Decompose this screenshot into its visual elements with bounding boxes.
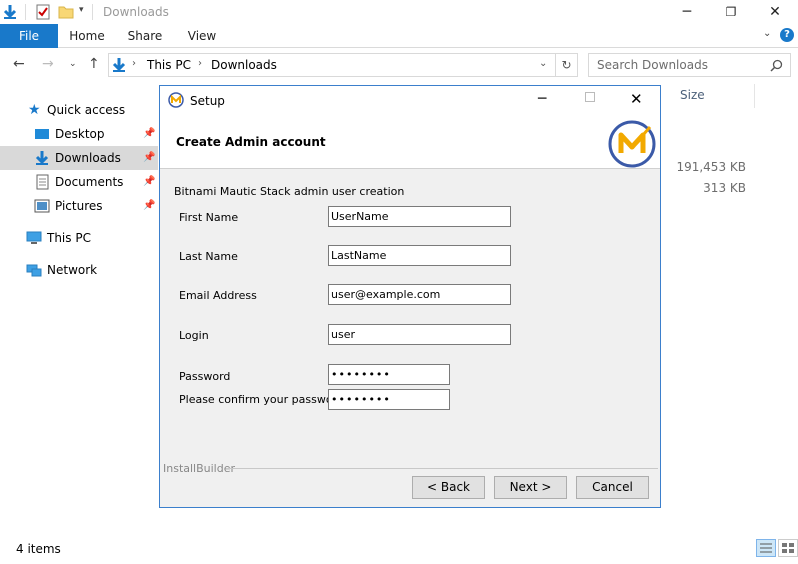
nav-item-documents[interactable]: Documents 📌	[0, 170, 158, 194]
help-icon[interactable]: ?	[780, 28, 794, 42]
confirm-password-field[interactable]: ••••••••	[328, 389, 450, 410]
pictures-icon	[34, 199, 50, 213]
close-button[interactable]: ✕	[752, 2, 798, 22]
last-name-label: Last Name	[179, 250, 238, 263]
file-size: 191,453 KB	[676, 160, 746, 174]
dialog-header: Create Admin account	[160, 116, 660, 169]
nav-item-label: This PC	[47, 231, 91, 245]
first-name-field[interactable]: UserName	[328, 206, 511, 227]
mautic-logo-icon	[168, 92, 184, 108]
minimize-button[interactable]: ─	[664, 2, 710, 22]
computer-icon	[26, 231, 42, 244]
dialog-minimize-button[interactable]: ─	[538, 91, 546, 107]
star-icon: ★	[28, 102, 41, 118]
address-row: ← → ⌄ ↑ › This PC › Downloads ⌄ ↻ Search…	[0, 48, 798, 82]
nav-item-label: Quick access	[47, 103, 126, 117]
login-label: Login	[179, 329, 209, 342]
tab-view[interactable]: View	[180, 24, 224, 48]
nav-item-network[interactable]: Network	[0, 258, 158, 282]
tab-share[interactable]: Share	[122, 24, 168, 48]
first-name-label: First Name	[179, 211, 239, 224]
nav-item-desktop[interactable]: Desktop 📌	[0, 122, 158, 146]
last-name-field[interactable]: LastName	[328, 245, 511, 266]
pin-icon[interactable]: 📌	[143, 122, 155, 146]
forward-arrow-icon[interactable]: →	[42, 56, 54, 72]
download-icon	[3, 5, 17, 19]
refresh-button[interactable]: ↻	[556, 53, 578, 77]
document-icon	[36, 174, 49, 190]
properties-icon[interactable]	[36, 4, 50, 20]
divider	[25, 4, 26, 20]
quick-access-dropdown-icon[interactable]: ▾	[79, 5, 84, 15]
details-view-icon	[760, 543, 772, 553]
dialog-title: Setup	[190, 94, 225, 108]
breadcrumb-downloads[interactable]: Downloads	[211, 58, 277, 72]
divider	[92, 4, 93, 20]
chevron-down-icon[interactable]: ⌄	[539, 58, 547, 69]
new-folder-icon[interactable]	[58, 5, 74, 19]
nav-item-pictures[interactable]: Pictures 📌	[0, 194, 158, 218]
footer-divider	[226, 468, 658, 469]
dialog-maximize-button[interactable]	[585, 92, 595, 102]
chevron-right-icon[interactable]: ›	[132, 58, 136, 69]
explorer-title-bar: ▾ Downloads ─ ❐ ✕	[0, 0, 798, 24]
nav-item-this-pc[interactable]: This PC	[0, 226, 158, 250]
dialog-intro: Bitnami Mautic Stack admin user creation	[174, 185, 405, 198]
status-bar: 4 items	[0, 532, 798, 564]
dialog-heading: Create Admin account	[176, 135, 326, 149]
column-divider[interactable]	[754, 84, 755, 108]
ribbon-tabs: File Home Share View ⌄ ?	[0, 24, 798, 48]
column-header-size[interactable]: Size	[680, 88, 705, 102]
pin-icon[interactable]: 📌	[143, 146, 155, 170]
setup-dialog: Setup ─ ✕ Create Admin account Bitnami M…	[159, 85, 661, 508]
ribbon-expand-icon[interactable]: ⌄	[763, 28, 771, 39]
item-count: 4 items	[16, 542, 61, 556]
mautic-logo	[608, 120, 656, 168]
next-button[interactable]: Next >	[494, 476, 567, 499]
cancel-button[interactable]: Cancel	[576, 476, 649, 499]
large-icons-view-icon	[782, 543, 794, 553]
maximize-button[interactable]: ❐	[708, 2, 754, 22]
chevron-right-icon[interactable]: ›	[198, 58, 202, 69]
email-field[interactable]: user@example.com	[328, 284, 511, 305]
dialog-title-bar: Setup ─ ✕	[160, 86, 660, 116]
download-icon	[112, 58, 126, 72]
file-size: 313 KB	[703, 181, 746, 195]
dialog-close-button[interactable]: ✕	[630, 90, 643, 108]
search-icon	[770, 59, 783, 72]
installbuilder-label: InstallBuilder	[163, 462, 236, 475]
email-label: Email Address	[179, 289, 257, 302]
nav-item-downloads[interactable]: Downloads 📌	[0, 146, 158, 170]
navigation-pane: ★ Quick access Desktop 📌 Downloads 📌 Doc…	[0, 82, 158, 532]
nav-item-label: Pictures	[55, 199, 103, 213]
back-arrow-icon[interactable]: ←	[13, 56, 25, 72]
password-field[interactable]: ••••••••	[328, 364, 450, 385]
up-arrow-icon[interactable]: ↑	[88, 56, 100, 72]
search-placeholder: Search Downloads	[597, 58, 708, 72]
tab-home[interactable]: Home	[64, 24, 110, 48]
nav-item-label: Downloads	[55, 151, 121, 165]
nav-item-label: Documents	[55, 175, 124, 189]
nav-item-label: Network	[47, 263, 98, 277]
network-icon	[26, 264, 42, 277]
desktop-icon	[35, 129, 49, 139]
login-field[interactable]: user	[328, 324, 511, 345]
back-button[interactable]: < Back	[412, 476, 485, 499]
window-title: Downloads	[103, 5, 169, 19]
tab-file[interactable]: File	[0, 24, 58, 48]
pin-icon[interactable]: 📌	[143, 170, 155, 194]
nav-item-quick-access[interactable]: ★ Quick access	[0, 98, 158, 122]
dialog-body: Bitnami Mautic Stack admin user creation…	[160, 170, 660, 507]
download-icon	[35, 151, 49, 165]
password-label: Password	[179, 370, 231, 383]
pin-icon[interactable]: 📌	[143, 194, 155, 218]
breadcrumb-this-pc[interactable]: This PC	[147, 58, 191, 72]
search-input[interactable]: Search Downloads	[588, 53, 791, 77]
recent-locations-icon[interactable]: ⌄	[69, 59, 77, 69]
nav-item-label: Desktop	[55, 127, 105, 141]
details-view-button[interactable]	[756, 539, 776, 557]
large-icons-view-button[interactable]	[778, 539, 798, 557]
address-bar[interactable]: › This PC › Downloads ⌄	[108, 53, 556, 77]
confirm-password-label: Please confirm your password	[179, 393, 344, 406]
